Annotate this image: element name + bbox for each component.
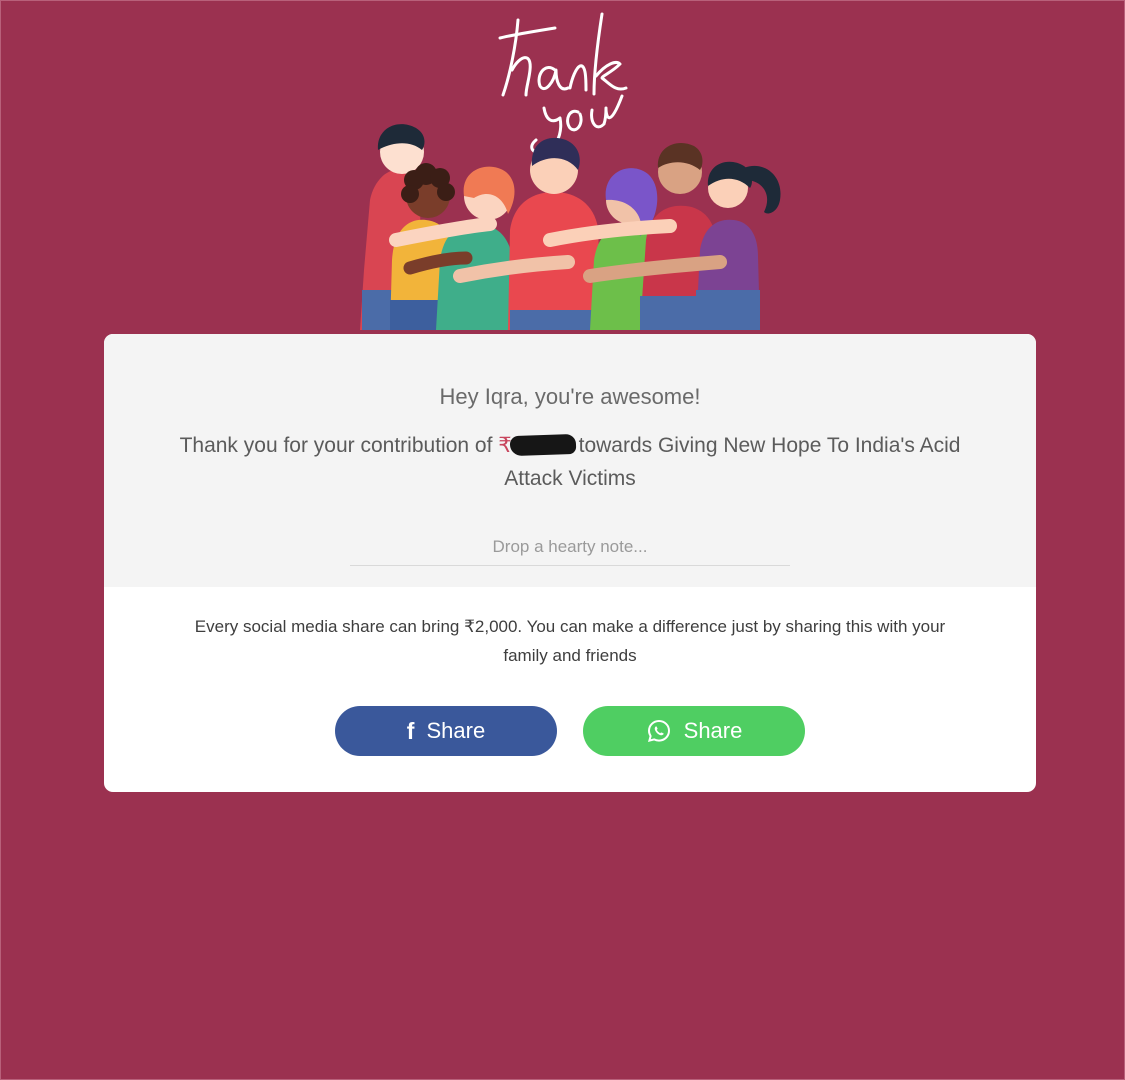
- thank-you-lettering: [498, 12, 628, 155]
- group-hug-illustration: [360, 12, 781, 330]
- redacted-amount: [509, 433, 576, 457]
- whatsapp-icon: [646, 718, 672, 744]
- thank-you-illustration: [340, 0, 800, 340]
- card-header-section: Hey Iqra, you're awesome! Thank you for …: [104, 334, 1036, 587]
- contribution-message: Thank you for your contribution of ₹ towa…: [164, 429, 976, 495]
- facebook-share-label: Share: [426, 718, 486, 743]
- greeting-text: Hey Iqra, you're awesome!: [439, 384, 701, 409]
- whatsapp-share-label: Share: [683, 718, 743, 743]
- facebook-share-button[interactable]: f Share: [335, 706, 557, 756]
- contribution-prefix: Thank you for your contribution of: [179, 434, 499, 457]
- share-info-text: Every social media share can bring ₹2,00…: [194, 617, 946, 665]
- facebook-icon: f: [406, 717, 415, 744]
- thank-you-card: Hey Iqra, you're awesome! Thank you for …: [104, 334, 1036, 792]
- whatsapp-share-button[interactable]: Share: [583, 706, 805, 756]
- hearty-note-input[interactable]: [350, 529, 790, 566]
- people-group: [360, 124, 781, 330]
